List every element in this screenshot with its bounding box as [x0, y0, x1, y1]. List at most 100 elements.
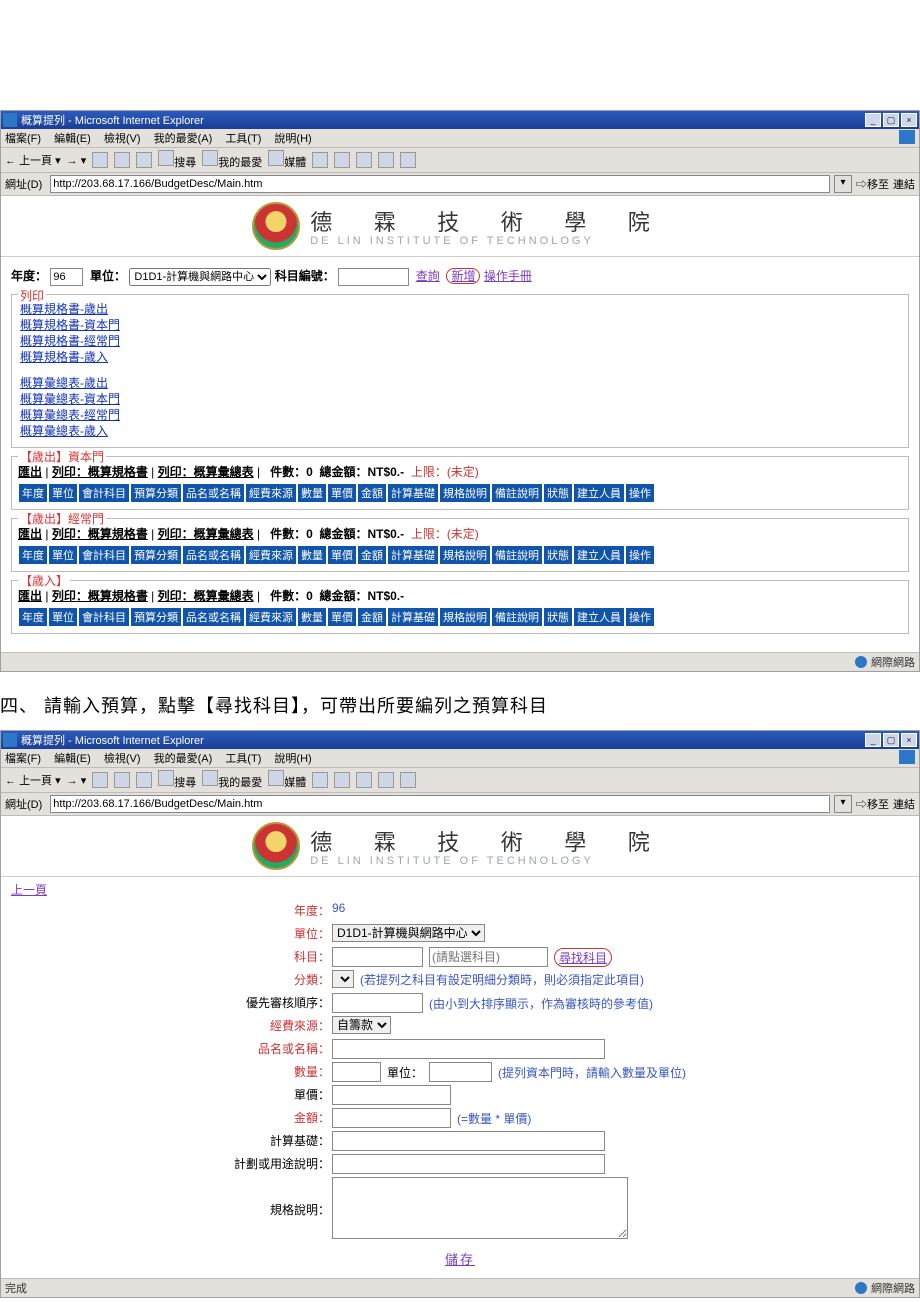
menu-help[interactable]: 說明(H) — [274, 133, 311, 145]
year-input[interactable] — [50, 268, 83, 286]
addr-input[interactable] — [50, 795, 830, 813]
menu-help[interactable]: 說明(H) — [274, 753, 311, 765]
media-button[interactable]: 媒體 — [268, 770, 306, 790]
export-link[interactable]: 匯出 — [18, 465, 42, 479]
menu-file[interactable]: 檔案(F) — [5, 133, 41, 145]
maximize-button[interactable]: ▢ — [883, 113, 899, 127]
minimize-button[interactable]: _ — [865, 733, 881, 747]
save-link[interactable]: 儲存 — [445, 1252, 475, 1267]
print-spec-link[interactable]: 列印：概算規格書 — [52, 527, 148, 541]
find-subj-button[interactable]: 尋找科目 — [554, 948, 612, 967]
addr-dropdown[interactable]: ▾ — [834, 795, 852, 813]
add-link[interactable]: 新增 — [446, 268, 480, 284]
menu-edit[interactable]: 編輯(E) — [54, 753, 91, 765]
home-icon[interactable] — [136, 152, 152, 168]
minimize-button[interactable]: _ — [865, 113, 881, 127]
history-icon[interactable] — [312, 772, 328, 788]
print-link[interactable]: 概算規格書-經常門 — [20, 333, 900, 349]
print-link[interactable]: 概算規格書-歲入 — [20, 349, 900, 365]
refresh-icon[interactable] — [114, 152, 130, 168]
print-link[interactable]: 概算彙總表-歲入 — [20, 423, 900, 439]
name-input[interactable] — [332, 1039, 605, 1059]
table-header-cell: 數量 — [297, 545, 327, 565]
menu-tools[interactable]: 工具(T) — [225, 753, 261, 765]
spec-label: 規格說明： — [140, 1177, 332, 1243]
history-icon[interactable] — [312, 152, 328, 168]
subj-input[interactable] — [338, 268, 409, 286]
media-button[interactable]: 媒體 — [268, 150, 306, 170]
forward-button[interactable]: → ▾ — [67, 774, 87, 787]
links-button[interactable]: 連結 — [893, 176, 915, 192]
addr-dropdown[interactable]: ▾ — [834, 175, 852, 193]
qty-unit-label: 單位： — [387, 1064, 423, 1081]
edit-icon[interactable] — [378, 772, 394, 788]
print-link[interactable]: 概算彙總表-資本門 — [20, 391, 900, 407]
stop-icon[interactable] — [92, 772, 108, 788]
stop-icon[interactable] — [92, 152, 108, 168]
window-title: 概算提列 - Microsoft Internet Explorer — [21, 112, 204, 128]
edit-icon[interactable] — [378, 152, 394, 168]
search-button[interactable]: 搜尋 — [158, 150, 196, 170]
table-header-cell: 品名或名稱 — [182, 483, 245, 503]
links-button[interactable]: 連結 — [893, 796, 915, 812]
print-link[interactable]: 概算彙總表-歲出 — [20, 375, 900, 391]
export-link[interactable]: 匯出 — [18, 589, 42, 603]
export-link[interactable]: 匯出 — [18, 527, 42, 541]
amount-label: 總金額：NT$0.- — [319, 527, 404, 541]
print-link[interactable]: 概算規格書-資本門 — [20, 317, 900, 333]
manual-link[interactable]: 操作手冊 — [484, 269, 532, 283]
forward-button[interactable]: → ▾ — [67, 154, 87, 167]
mail-icon[interactable] — [334, 152, 350, 168]
back-button[interactable]: ← 上一頁 ▾ — [5, 772, 61, 788]
priority-input[interactable] — [332, 993, 423, 1013]
qty-input[interactable] — [332, 1062, 381, 1082]
amount-label: 總金額：NT$0.- — [319, 589, 404, 603]
menu-tools[interactable]: 工具(T) — [225, 133, 261, 145]
discuss-icon[interactable] — [400, 152, 416, 168]
maximize-button[interactable]: ▢ — [883, 733, 899, 747]
amount-input[interactable] — [332, 1108, 451, 1128]
prev-link[interactable]: 上一頁 — [11, 883, 47, 897]
print-link[interactable]: 概算規格書-歲出 — [20, 301, 900, 317]
basis-input[interactable] — [332, 1131, 605, 1151]
count-label: 件數：0 — [270, 465, 313, 479]
discuss-icon[interactable] — [400, 772, 416, 788]
close-button[interactable]: × — [901, 733, 917, 747]
menu-edit[interactable]: 編輯(E) — [54, 133, 91, 145]
print-spec-link[interactable]: 列印：概算規格書 — [52, 589, 148, 603]
unit-select[interactable]: D1D1-計算機與網路中心 — [332, 924, 485, 942]
home-icon[interactable] — [136, 772, 152, 788]
print-summary-link[interactable]: 列印：概算彙總表 — [158, 589, 254, 603]
print-summary-link[interactable]: 列印：概算彙總表 — [158, 527, 254, 541]
plan-input[interactable] — [332, 1154, 605, 1174]
menu-view[interactable]: 檢視(V) — [104, 753, 141, 765]
menu-fav[interactable]: 我的最愛(A) — [154, 133, 213, 145]
unit-select[interactable]: D1D1-計算機與網路中心 — [129, 268, 271, 286]
price-input[interactable] — [332, 1085, 451, 1105]
mail-icon[interactable] — [334, 772, 350, 788]
back-button[interactable]: ← 上一頁 ▾ — [5, 152, 61, 168]
print-spec-link[interactable]: 列印：概算規格書 — [52, 465, 148, 479]
print-summary-link[interactable]: 列印：概算彙總表 — [158, 465, 254, 479]
fav-button[interactable]: 我的最愛 — [202, 150, 262, 170]
menu-file[interactable]: 檔案(F) — [5, 753, 41, 765]
class-select[interactable] — [332, 970, 354, 988]
menu-fav[interactable]: 我的最愛(A) — [154, 753, 213, 765]
refresh-icon[interactable] — [114, 772, 130, 788]
query-link[interactable]: 查詢 — [416, 269, 440, 283]
addr-input[interactable] — [50, 175, 830, 193]
menu-view[interactable]: 檢視(V) — [104, 133, 141, 145]
go-button[interactable]: ⇨移至 — [856, 796, 889, 812]
go-button[interactable]: ⇨移至 — [856, 176, 889, 192]
close-button[interactable]: × — [901, 113, 917, 127]
subj-input[interactable] — [332, 947, 423, 967]
print-link[interactable]: 概算彙總表-經常門 — [20, 407, 900, 423]
search-button[interactable]: 搜尋 — [158, 770, 196, 790]
print-icon[interactable] — [356, 772, 372, 788]
fund-select[interactable]: 自籌款 — [332, 1016, 391, 1034]
qty-unit-input[interactable] — [429, 1062, 492, 1082]
print-icon[interactable] — [356, 152, 372, 168]
fav-button[interactable]: 我的最愛 — [202, 770, 262, 790]
subj-name-input[interactable] — [429, 947, 548, 967]
spec-textarea[interactable] — [332, 1177, 628, 1239]
